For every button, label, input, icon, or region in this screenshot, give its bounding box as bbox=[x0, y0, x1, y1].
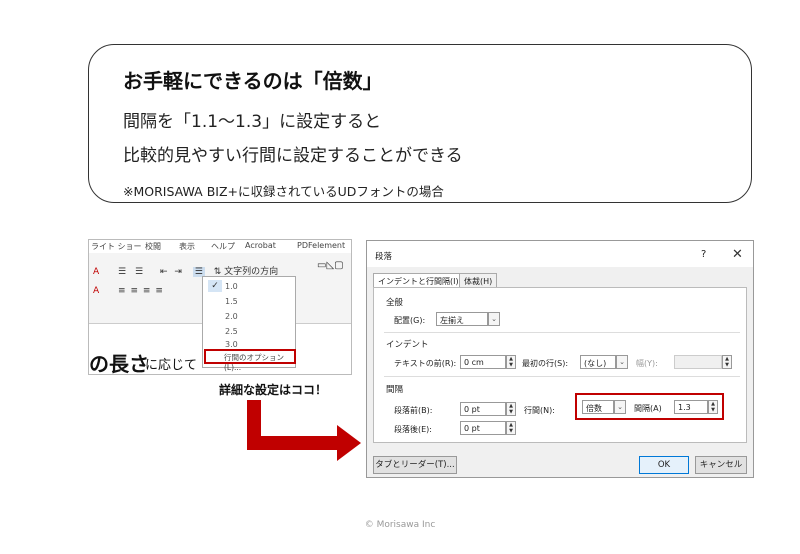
document-small-text: に応じて bbox=[145, 358, 198, 373]
justify-icon[interactable]: ≡ bbox=[155, 286, 163, 296]
menu-help[interactable]: ヘルプ bbox=[211, 241, 235, 252]
align-left-icon[interactable]: ≡ bbox=[118, 286, 126, 296]
indent-before-label: テキストの前(R): bbox=[394, 359, 457, 368]
line-spacing-dropdown: ✓ 1.0 1.5 2.0 2.5 3.0 行間のオプション(L)... bbox=[202, 276, 296, 372]
spacing-option-3-0[interactable]: 3.0 bbox=[225, 340, 238, 349]
spacing-option-2-5[interactable]: 2.5 bbox=[225, 327, 238, 336]
width-spinner: ▲ ▼ bbox=[722, 355, 732, 369]
tab-line-page-breaks[interactable]: 体裁(H) bbox=[459, 273, 498, 287]
chevron-down-icon[interactable]: ⌄ bbox=[616, 355, 628, 369]
width-label: 幅(Y): bbox=[636, 359, 658, 368]
spacing-after-label: 段落後(E): bbox=[394, 425, 432, 434]
spacing-before-label: 段落前(B): bbox=[394, 406, 433, 415]
arrow-shaft-horizontal bbox=[247, 436, 339, 450]
alignment-label: 配置(G): bbox=[394, 316, 426, 325]
line-spacing-label: 行間(N): bbox=[524, 406, 555, 415]
arrow-right-icon bbox=[337, 425, 361, 461]
bubble-line-1: 間隔を「1.1〜1.3」に設定すると bbox=[123, 112, 382, 132]
highlight-color-icon[interactable]: A bbox=[93, 286, 99, 296]
number-list-icon[interactable]: ☰ bbox=[135, 267, 143, 277]
ribbon-row-2: A ≡ ≡ ≡ ≡ bbox=[93, 286, 163, 296]
spacing-before-input[interactable]: 0 pt bbox=[460, 402, 506, 416]
detail-caption: 詳細な設定はココ！ bbox=[219, 383, 328, 397]
spacing-option-1-0[interactable]: 1.0 bbox=[225, 282, 238, 291]
dialog-title: 段落 bbox=[375, 252, 393, 262]
ok-button[interactable]: OK bbox=[639, 456, 689, 474]
spacing-after-input[interactable]: 0 pt bbox=[460, 421, 506, 435]
align-right-icon[interactable]: ≡ bbox=[143, 286, 151, 296]
bullet-list-icon[interactable]: ☰ bbox=[118, 267, 126, 277]
document-large-text: の長さ bbox=[89, 352, 149, 375]
line-spacing-highlight bbox=[575, 393, 724, 420]
spacing-option-2-0[interactable]: 2.0 bbox=[225, 312, 238, 321]
font-color-icon[interactable]: A bbox=[93, 267, 99, 277]
copyright: © Morisawa Inc bbox=[364, 520, 436, 530]
spacing-heading: 間隔 bbox=[386, 385, 404, 395]
menu-pdfelement[interactable]: PDFelement bbox=[297, 241, 345, 250]
check-icon: ✓ bbox=[208, 280, 222, 292]
paragraph-dialog: 段落 ? ✕ インデントと行間隔(I) 体裁(H) 全般 配置(G): 左揃え … bbox=[366, 240, 754, 478]
line-spacing-options-item[interactable]: 行間のオプション(L)... bbox=[204, 349, 296, 372]
ribbon-menubar: ライト ショー 校閲 表示 ヘルプ Acrobat PDFelement bbox=[89, 240, 351, 253]
cancel-button[interactable]: キャンセル bbox=[695, 456, 747, 474]
align-center-icon[interactable]: ≡ bbox=[130, 286, 138, 296]
bubble-line-2: 比較的見やすい行間に設定することができる bbox=[123, 146, 463, 166]
line-spacing-options-label: 行間のオプション(L)... bbox=[224, 353, 284, 372]
menu-view[interactable]: 表示 bbox=[179, 241, 195, 252]
divider bbox=[384, 376, 740, 377]
menu-slideshow[interactable]: ライト ショー bbox=[91, 241, 142, 252]
first-line-label: 最初の行(S): bbox=[522, 359, 569, 368]
alignment-select[interactable]: 左揃え bbox=[436, 312, 488, 326]
shapes-icon[interactable]: ▭◺▢ bbox=[317, 260, 344, 271]
bubble-title: お手軽にできるのは「倍数」 bbox=[123, 69, 383, 93]
chevron-down-icon[interactable]: ⌄ bbox=[488, 312, 500, 326]
spacing-before-spinner[interactable]: ▲ ▼ bbox=[506, 402, 516, 416]
first-line-select[interactable]: (なし) bbox=[580, 355, 616, 369]
tab-indent-spacing[interactable]: インデントと行間隔(I) bbox=[373, 273, 464, 287]
menu-acrobat[interactable]: Acrobat bbox=[245, 241, 276, 250]
general-heading: 全般 bbox=[386, 298, 404, 308]
indent-heading: インデント bbox=[386, 340, 429, 350]
outdent-icon[interactable]: ⇥ bbox=[174, 267, 182, 277]
indent-before-spinner[interactable]: ▲ ▼ bbox=[506, 355, 516, 369]
spacing-after-spinner[interactable]: ▲ ▼ bbox=[506, 421, 516, 435]
tabs-button[interactable]: タブとリーダー(T)... bbox=[373, 456, 457, 474]
indent-before-input[interactable]: 0 cm bbox=[460, 355, 506, 369]
indent-icon[interactable]: ⇤ bbox=[160, 267, 168, 277]
width-input bbox=[674, 355, 722, 369]
divider bbox=[384, 332, 740, 333]
close-icon[interactable]: ✕ bbox=[732, 247, 743, 262]
dialog-titlebar: 段落 ? ✕ bbox=[367, 241, 753, 267]
spacing-option-1-5[interactable]: 1.5 bbox=[225, 297, 238, 306]
menu-review[interactable]: 校閲 bbox=[145, 241, 161, 252]
callout-bubble: お手軽にできるのは「倍数」 間隔を「1.1〜1.3」に設定すると 比較的見やすい… bbox=[88, 44, 752, 203]
help-icon[interactable]: ? bbox=[701, 249, 706, 260]
bubble-note: ※MORISAWA BIZ+に収録されているUDフォントの場合 bbox=[123, 184, 444, 199]
